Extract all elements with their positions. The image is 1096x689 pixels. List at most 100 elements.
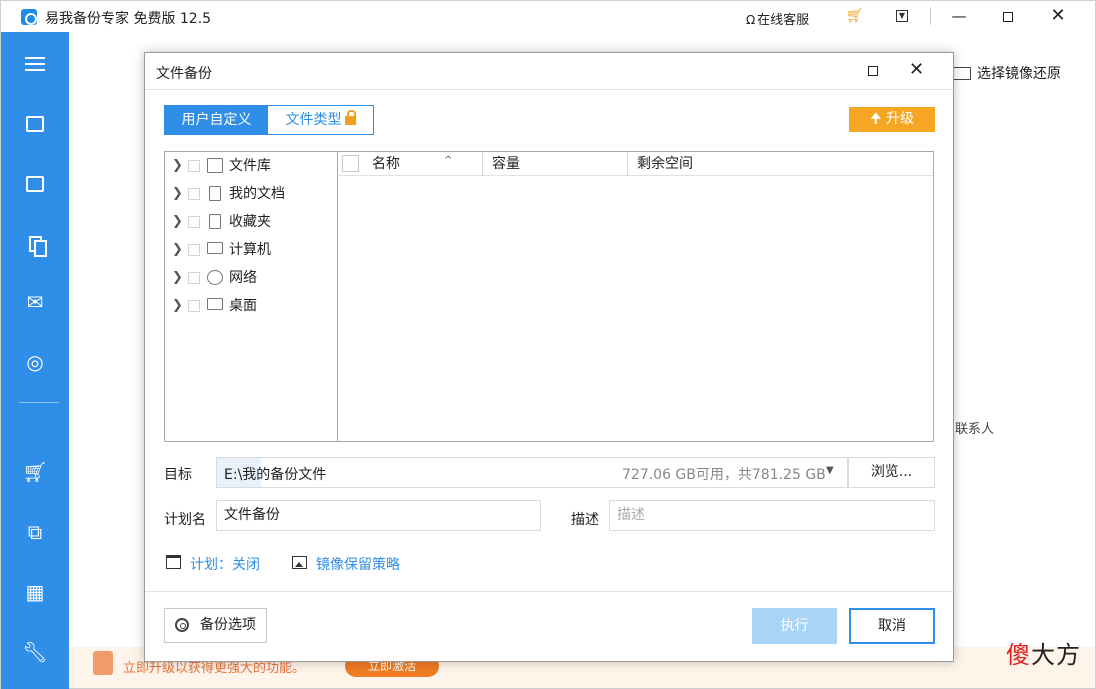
sidebar: ✉︎ ◎ 🛒︎ ⧉ ▦ 🔧︎: [1, 32, 69, 689]
tree-checkbox[interactable]: [188, 160, 200, 172]
chevron-right-icon[interactable]: ❯: [172, 210, 183, 234]
watermark: 傻大方: [1006, 635, 1081, 670]
desktop-icon: [207, 298, 223, 310]
column-divider[interactable]: [627, 152, 628, 176]
dialog-maximize-button[interactable]: [868, 66, 878, 76]
select-all-checkbox[interactable]: [342, 155, 359, 172]
chevron-right-icon[interactable]: ❯: [172, 294, 183, 318]
column-capacity[interactable]: 容量: [492, 152, 520, 176]
description-field[interactable]: 描述: [609, 500, 935, 531]
smart-backup-icon: ◎: [26, 350, 44, 374]
disk-backup-icon: [26, 115, 44, 132]
maximize-icon: [1003, 11, 1013, 22]
sidebar-item-settings[interactable]: 🔧︎: [1, 632, 69, 672]
maximize-button[interactable]: [985, 5, 1031, 29]
sidebar-item-smart-backup[interactable]: ◎: [1, 342, 69, 382]
tree-checkbox[interactable]: [188, 244, 200, 256]
upload-arrow-icon: 🠉: [869, 111, 882, 127]
schedule-link[interactable]: 计划：关闭: [190, 554, 260, 574]
chevron-down-icon[interactable]: ▼: [826, 465, 834, 476]
tree-item-network[interactable]: ❯ 网络: [165, 266, 337, 290]
tree-item-label: 收藏夹: [229, 214, 271, 230]
online-support-label: 在线客服: [757, 13, 810, 28]
tree-checkbox[interactable]: [188, 300, 200, 312]
tab-custom[interactable]: 用户自定义: [165, 106, 268, 134]
calendar-icon: [166, 555, 181, 569]
sidebar-item-store[interactable]: 🛒︎: [1, 452, 69, 492]
dialog-footer-divider: [145, 591, 953, 592]
target-path: E:\我的备份文件: [224, 467, 327, 483]
tree-item-favorites[interactable]: ❯ 收藏夹: [165, 210, 337, 234]
column-free-space[interactable]: 剩余空间: [637, 152, 693, 176]
minimize-button[interactable]: —: [936, 5, 982, 29]
column-divider[interactable]: [482, 152, 483, 176]
tree-checkbox[interactable]: [188, 272, 200, 284]
chevron-right-icon[interactable]: ❯: [172, 182, 183, 206]
chevron-right-icon[interactable]: ❯: [172, 154, 183, 178]
system-backup-icon: [26, 175, 44, 192]
dialog-close-button[interactable]: ✕: [909, 59, 924, 80]
target-label: 目标: [164, 467, 192, 483]
contact-link[interactable]: 联系人: [955, 418, 994, 437]
execute-button[interactable]: 执行: [752, 608, 837, 644]
watermark-text: 大方: [1031, 641, 1081, 669]
gear-icon: [175, 618, 189, 632]
tree-item-documents[interactable]: ❯ 我的文档: [165, 182, 337, 206]
file-list: 名称 ^ 容量 剩余空间: [337, 151, 934, 442]
sidebar-item-mail-backup[interactable]: ✉︎: [1, 282, 69, 322]
sidebar-item-tools[interactable]: ▦: [1, 572, 69, 612]
upgrade-label: 升级: [886, 111, 915, 127]
chevron-right-icon[interactable]: ❯: [172, 238, 183, 262]
sidebar-item-clone[interactable]: ⧉: [1, 512, 69, 552]
app-title: 易我备份专家 免费版 12.5: [45, 11, 212, 27]
image-retention-link[interactable]: 镜像保留策略: [316, 554, 400, 574]
sidebar-divider: [19, 402, 59, 403]
image-icon: [292, 556, 307, 569]
column-name[interactable]: 名称 ^: [372, 152, 452, 176]
close-window-button[interactable]: ✕: [1035, 5, 1081, 29]
mail-backup-icon: ✉︎: [26, 290, 44, 314]
sidebar-item-system-backup[interactable]: [1, 162, 69, 202]
folder-icon: [207, 158, 223, 173]
chevron-right-icon[interactable]: ❯: [172, 266, 183, 290]
plan-name-field[interactable]: 文件备份: [216, 500, 541, 531]
sidebar-item-disk-backup[interactable]: [1, 102, 69, 142]
watermark-red-char: 傻: [1006, 641, 1031, 669]
restore-label: 选择镜像还原: [977, 66, 1061, 82]
file-backup-icon: [28, 235, 47, 257]
tree-item-desktop[interactable]: ❯ 桌面: [165, 294, 337, 318]
tree-item-label: 文件库: [229, 158, 271, 174]
computer-icon: [207, 242, 223, 254]
online-support-button[interactable]: Ω 在线客服: [746, 9, 809, 28]
titlebar-divider: [930, 7, 931, 25]
tree-item-library[interactable]: ❯ 文件库: [165, 154, 337, 178]
title-bar: 易我备份专家 免费版 12.5 Ω 在线客服 🛒︎ ▼ — ✕: [1, 1, 1095, 32]
shopping-bag-icon: [93, 651, 113, 675]
tab-file-type-label: 文件类型: [285, 112, 342, 128]
plan-name-label: 计划名: [164, 512, 206, 528]
tab-file-type[interactable]: 文件类型: [268, 106, 373, 134]
sidebar-item-file-backup[interactable]: [1, 222, 69, 262]
tree-checkbox[interactable]: [188, 216, 200, 228]
tree-checkbox[interactable]: [188, 188, 200, 200]
tree-item-label: 我的文档: [229, 186, 285, 202]
select-image-restore-button[interactable]: 选择镜像还原: [953, 63, 1061, 83]
tools-grid-icon: ▦: [25, 580, 45, 604]
target-select[interactable]: E:\我的备份文件 727.06 GB可用，共781.25 GB ▼: [216, 457, 848, 488]
sidebar-menu-button[interactable]: [1, 42, 69, 82]
tree-item-computer[interactable]: ❯ 计算机: [165, 238, 337, 262]
dialog-title: 文件备份: [156, 66, 212, 82]
file-backup-dialog: 文件备份 ✕ 用户自定义 文件类型 🠉 升级 ❯ 文件库 ❯ 我的文档 ❯ 收藏…: [144, 52, 954, 662]
backup-options-button[interactable]: 备份选项: [164, 608, 267, 643]
cart-icon: 🛒︎: [22, 460, 48, 484]
favorites-icon: [209, 214, 221, 229]
clone-icon: ⧉: [27, 520, 43, 544]
cancel-button[interactable]: 取消: [849, 608, 935, 644]
dropdown-menu-icon[interactable]: ▼: [896, 10, 908, 22]
cart-icon[interactable]: 🛒︎: [846, 8, 864, 24]
browse-button[interactable]: 浏览...: [848, 457, 935, 488]
upgrade-button[interactable]: 🠉 升级: [849, 107, 935, 132]
tree-item-label: 计算机: [229, 242, 271, 258]
wrench-icon: 🔧︎: [22, 640, 48, 664]
tree-item-label: 桌面: [229, 298, 257, 314]
